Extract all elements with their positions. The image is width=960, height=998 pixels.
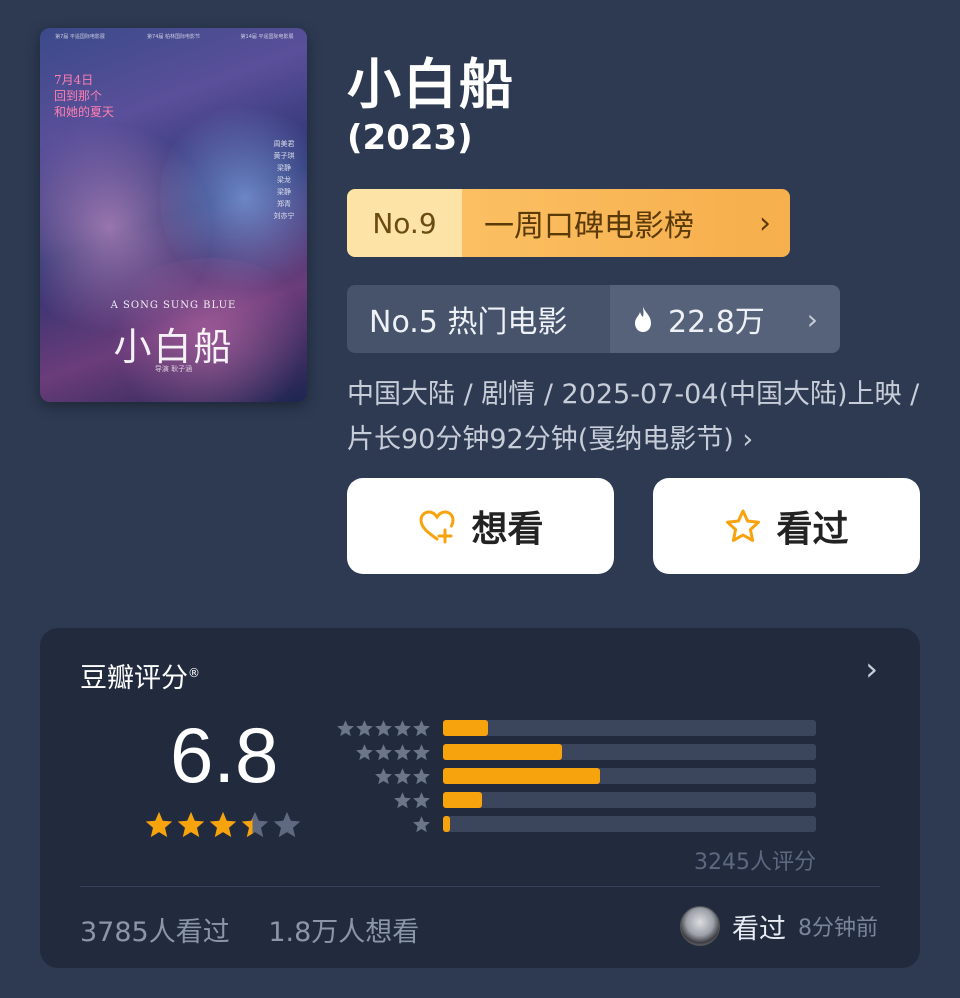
movie-title: 小白船 xyxy=(347,53,515,116)
star-icon xyxy=(394,767,411,784)
distribution-bar xyxy=(443,744,563,760)
poster-cast-name: 梁静 xyxy=(277,188,291,196)
poster-director: 导演 耿子涵 xyxy=(154,365,193,373)
recent-activity[interactable]: 看过 8分钟前 xyxy=(680,906,878,946)
poster-title-cn: 小白船 xyxy=(113,325,234,369)
chevron-right-icon: › xyxy=(806,302,818,336)
distribution-bar xyxy=(443,768,600,784)
distribution-bar xyxy=(443,720,488,736)
distribution-row xyxy=(336,716,816,740)
distribution-stars xyxy=(336,815,431,834)
audience-stats: 3785人看过 1.8万人想看 xyxy=(80,910,449,949)
heat-value: 22.8万 xyxy=(668,305,765,340)
poster-cast: 周美君 黄子琪 梁静 梁龙 梁静 郑青 刘亦宁 xyxy=(271,138,297,222)
movie-poster[interactable]: 第7届 平遥国际电影展 第74届 柏林国际电影节 第14届 平遥国际电影展 7月… xyxy=(40,28,307,402)
rating-stars xyxy=(144,810,302,840)
poster-cast-name: 黄子琪 xyxy=(273,152,295,160)
rating-heading-text: 豆瓣评分 xyxy=(80,663,188,694)
poster-award: 第14届 平遥国际电影展 xyxy=(240,34,294,40)
distribution-stars xyxy=(336,767,431,786)
star-icon xyxy=(356,743,373,760)
recent-time: 8分钟前 xyxy=(798,916,878,941)
distribution-row xyxy=(336,740,816,764)
weekly-rank-label: 一周口碑电影榜 xyxy=(462,189,740,257)
movie-meta-info[interactable]: 中国大陆 / 剧情 / 2025-07-04(中国大陆)上映 / 片长90分钟9… xyxy=(347,372,927,462)
poster-cast-name: 梁龙 xyxy=(277,176,291,184)
want-to-watch-button[interactable]: 想看 xyxy=(347,478,614,574)
rating-count: 3245人评分 xyxy=(694,850,816,875)
registered-mark: ® xyxy=(188,666,200,680)
star-icon xyxy=(413,815,430,832)
star-icon xyxy=(413,791,430,808)
chevron-right-icon[interactable]: › xyxy=(865,650,878,688)
flame-icon xyxy=(635,306,651,332)
distribution-stars xyxy=(336,743,431,762)
watched-label: 看过 xyxy=(776,509,849,550)
star-icon xyxy=(394,791,411,808)
distribution-row xyxy=(336,812,816,836)
star-icon xyxy=(375,743,392,760)
distribution-row xyxy=(336,764,816,788)
poster-cast-name: 郑青 xyxy=(277,200,291,208)
distribution-bar xyxy=(443,816,451,832)
want-to-watch-label: 想看 xyxy=(471,509,544,550)
hot-rank-label: No.5 热门电影 xyxy=(347,285,610,353)
distribution-track xyxy=(443,768,816,784)
star-icon xyxy=(413,767,430,784)
distribution-row xyxy=(336,788,816,812)
poster-award: 第7届 平遥国际电影展 xyxy=(55,34,105,40)
distribution-track xyxy=(443,792,816,808)
poster-award: 第74届 柏林国际电影节 xyxy=(147,34,200,40)
heat-section: 22.8万 › xyxy=(610,285,840,353)
star-icon xyxy=(337,719,354,736)
poster-cast-name: 周美君 xyxy=(273,140,295,148)
want-count: 1.8万人想看 xyxy=(268,917,420,948)
hot-rank-badge[interactable]: No.5 热门电影 22.8万 › xyxy=(347,285,840,353)
distribution-bar xyxy=(443,792,483,808)
weekly-rank-badge[interactable]: No.9 一周口碑电影榜 › xyxy=(347,189,790,257)
star-icon xyxy=(241,811,269,838)
poster-credits xyxy=(50,380,297,394)
star-icon xyxy=(394,719,411,736)
star-icon xyxy=(145,811,173,838)
douban-rating-card[interactable]: 豆瓣评分® › 6.8 3245人评分 3785人看过 1.8万人想看 看过 8… xyxy=(40,628,920,968)
distribution-track xyxy=(443,744,816,760)
star-icon xyxy=(375,767,392,784)
poster-cast-name: 梁静 xyxy=(277,164,291,172)
distribution-stars xyxy=(336,719,431,738)
heart-plus-icon xyxy=(419,510,455,544)
poster-date: 7月4日 回到那个 和她的夏天 xyxy=(54,72,114,120)
rating-distribution xyxy=(336,716,816,836)
star-icon xyxy=(273,811,301,838)
poster-cast-name: 刘亦宁 xyxy=(273,212,295,220)
star-icon xyxy=(394,743,411,760)
distribution-stars xyxy=(336,791,431,810)
star-outline-icon xyxy=(726,509,761,542)
distribution-track xyxy=(443,720,816,736)
poster-title-en: A SONG SUNG BLUE xyxy=(110,300,237,311)
distribution-track xyxy=(443,816,816,832)
star-icon xyxy=(177,811,205,838)
poster-date-line: 回到那个 xyxy=(54,89,103,103)
chevron-right-icon: › xyxy=(740,189,790,257)
star-icon xyxy=(375,719,392,736)
recent-action: 看过 xyxy=(732,913,786,945)
poster-awards: 第7届 平遥国际电影展 第74届 柏林国际电影节 第14届 平遥国际电影展 xyxy=(50,34,297,56)
rating-score: 6.8 xyxy=(170,711,279,799)
star-icon xyxy=(209,811,237,838)
star-icon xyxy=(356,719,373,736)
avatar xyxy=(680,906,720,946)
poster-date-line: 和她的夏天 xyxy=(54,105,115,119)
star-icon xyxy=(413,719,430,736)
seen-count: 3785人看过 xyxy=(80,917,230,948)
poster-date-line: 7月4日 xyxy=(54,73,94,87)
movie-year: (2023) xyxy=(347,118,473,158)
weekly-rank-number: No.9 xyxy=(347,189,462,257)
divider xyxy=(80,886,880,887)
rating-heading: 豆瓣评分® xyxy=(80,656,200,695)
watched-button[interactable]: 看过 xyxy=(653,478,920,574)
star-icon xyxy=(413,743,430,760)
